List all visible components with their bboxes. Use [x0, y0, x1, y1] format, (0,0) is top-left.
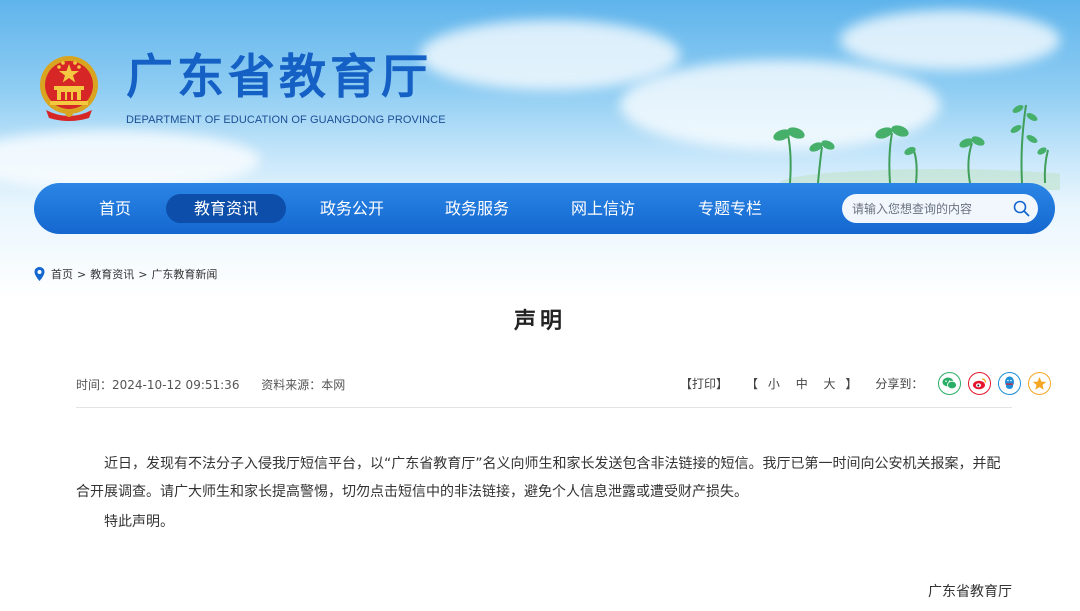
share-wechat-button[interactable] [938, 371, 962, 395]
location-pin-icon [34, 267, 45, 281]
wechat-icon [942, 377, 958, 389]
breadcrumb-education-news[interactable]: 教育资讯 [90, 266, 134, 282]
share-qq-button[interactable] [998, 371, 1022, 395]
header-banner: 广东省教育厅 DEPARTMENT OF EDUCATION OF GUANGD… [0, 0, 1080, 300]
nav-item-special-topics[interactable]: 专题专栏 [682, 194, 778, 223]
nav-item-home[interactable]: 首页 [82, 194, 148, 223]
sprouts-decoration [773, 104, 1060, 190]
breadcrumb: 首页 > 教育资讯 > 广东教育新闻 [34, 266, 217, 282]
site-subtitle: DEPARTMENT OF EDUCATION OF GUANGDONG PRO… [126, 114, 446, 126]
article-source: 资料来源：本网 [261, 378, 346, 392]
article-signature: 广东省教育厅 [928, 584, 1012, 600]
cloud-decoration [420, 20, 680, 90]
qq-icon [1005, 376, 1015, 389]
breadcrumb-separator: > [138, 267, 148, 281]
publish-time: 时间：2024-10-12 09:51:36 [76, 378, 240, 392]
article-paragraph: 近日，发现有不法分子入侵我厅短信平台，以“广东省教育厅”名义向师生和家长发送包含… [76, 456, 1001, 500]
search-box [842, 194, 1038, 223]
article-meta: 时间：2024-10-12 09:51:36 资料来源：本网 [76, 376, 345, 393]
nav-item-government-affairs[interactable]: 政务公开 [304, 194, 400, 223]
share-qzone-button[interactable] [1028, 371, 1052, 395]
national-emblem-icon [40, 56, 98, 121]
print-button[interactable]: 【打印】 [680, 375, 728, 392]
search-input[interactable] [852, 194, 1002, 223]
font-size-switcher: 【 小 中 大 】 [746, 375, 857, 392]
font-size-bracket: 【 [746, 376, 759, 391]
breadcrumb-guangdong-education-news[interactable]: 广东教育新闻 [151, 266, 217, 282]
article-tools: 【打印】 【 小 中 大 】 分享到： [680, 371, 1052, 395]
article-paragraph: 特此声明。 [104, 514, 174, 530]
breadcrumb-home[interactable]: 首页 [51, 266, 73, 282]
meta-divider [76, 407, 1012, 408]
breadcrumb-separator: > [77, 267, 87, 281]
nav-item-education-news[interactable]: 教育资讯 [166, 194, 286, 223]
qzone-icon [1033, 376, 1047, 390]
share-label: 分享到： [875, 376, 924, 391]
font-size-bracket: 】 [845, 376, 858, 391]
article-title: 声明 [513, 309, 566, 334]
cloud-decoration [0, 130, 260, 190]
nav-item-government-services[interactable]: 政务服务 [429, 194, 525, 223]
search-icon[interactable] [1013, 200, 1030, 217]
share-weibo-button[interactable] [968, 371, 992, 395]
cloud-decoration [840, 10, 1060, 70]
weibo-icon [973, 377, 987, 389]
nav-item-online-petition[interactable]: 网上信访 [555, 194, 651, 223]
font-size-small-button[interactable]: 小 [768, 377, 780, 391]
site-title: 广东省教育厅 [126, 50, 432, 105]
font-size-large-button[interactable]: 大 [824, 377, 836, 391]
page: 广东省教育厅 DEPARTMENT OF EDUCATION OF GUANGD… [0, 0, 1080, 611]
main-nav: 首页 教育资讯 政务公开 政务服务 网上信访 专题专栏 [34, 183, 1055, 234]
font-size-medium-button[interactable]: 中 [796, 377, 808, 391]
